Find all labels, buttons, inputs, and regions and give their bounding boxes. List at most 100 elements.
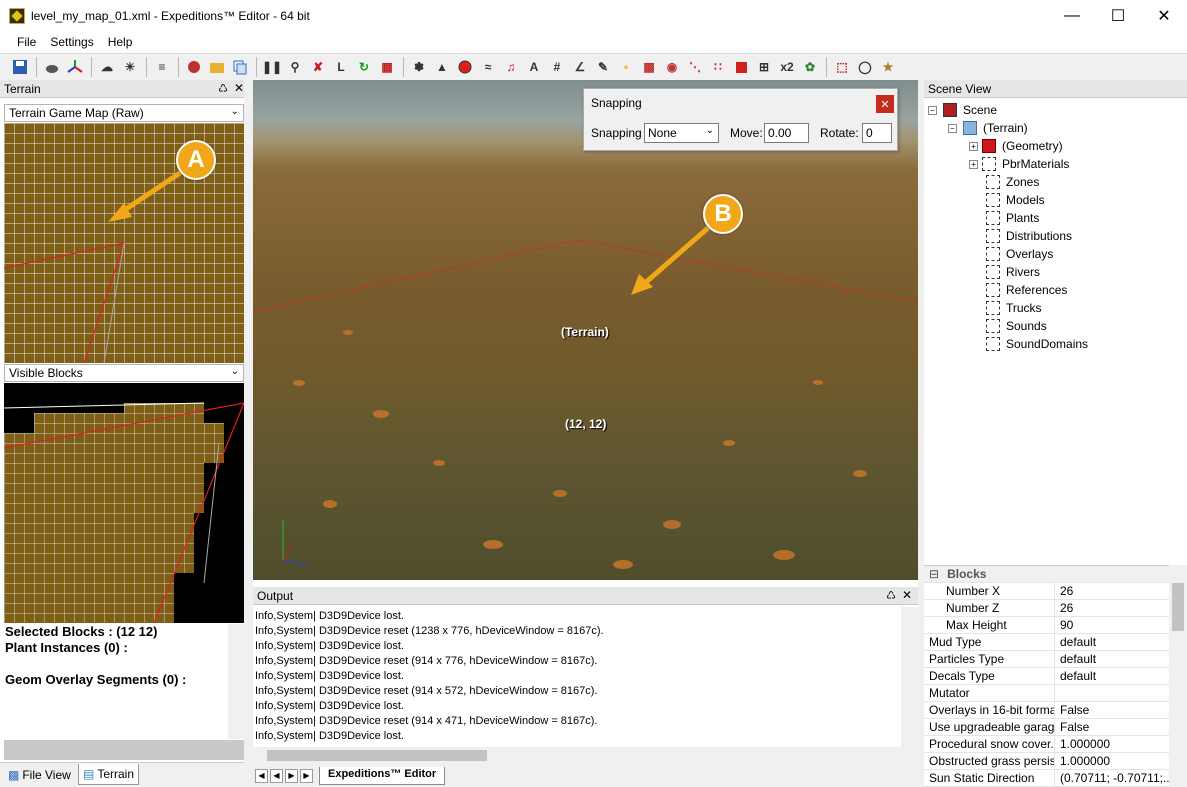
property-value[interactable]: (0.70711; -0.70711;... [1055,770,1169,787]
property-value[interactable]: default [1055,651,1169,668]
property-value[interactable] [1055,685,1169,702]
tree-node-sounddomains[interactable]: SoundDomains [986,335,1088,353]
property-row[interactable]: Obstructed grass persis... 1.000000 [924,752,1169,770]
save-icon[interactable] [10,57,30,77]
tree-node-scene[interactable]: − Scene [928,101,997,119]
axis-icon[interactable] [65,57,85,77]
collapse-icon[interactable]: − [948,123,957,133]
zoom-icon[interactable]: ⚲ [285,57,305,77]
tab-expeditions-editor[interactable]: Expeditions™ Editor [319,766,446,785]
rotate-icon[interactable]: ↻ [354,57,374,77]
tab-terrain[interactable]: ▤ Terrain [78,764,140,785]
cloud2-icon[interactable]: ◯ [855,57,875,77]
move-input[interactable]: 0.00 [764,123,809,143]
property-row[interactable]: Sun Static Direction (0.70711; -0.70711;.… [924,769,1169,787]
star-icon[interactable]: • [616,57,636,77]
property-row[interactable]: Mutator [924,684,1169,702]
brush-icon[interactable]: ✎ [593,57,613,77]
square-icon[interactable] [731,57,751,77]
pin-icon[interactable]: ♺ [218,82,228,95]
teapot-icon[interactable] [42,57,62,77]
leaf-icon[interactable]: ✿ [800,57,820,77]
property-value[interactable]: False [1055,702,1169,719]
property-row[interactable]: Max Height 90 [924,616,1169,634]
property-scrollbar[interactable] [1169,565,1187,787]
record-icon[interactable] [184,57,204,77]
x2-icon[interactable]: x2 [777,57,797,77]
output-hscrollbar[interactable] [253,747,918,764]
property-value[interactable]: 26 [1055,583,1169,600]
menu-settings[interactable]: Settings [50,35,93,49]
circle-icon[interactable] [455,57,475,77]
property-row[interactable]: Decals Type default [924,667,1169,685]
stamp-icon[interactable]: ★ [878,57,898,77]
weather-icon[interactable]: ☁ [97,57,117,77]
property-value[interactable]: False [1055,719,1169,736]
cloud-icon[interactable]: ☀ [120,57,140,77]
hierarchy-icon[interactable]: ▦ [377,57,397,77]
first-tab-icon[interactable]: ◀ [255,768,268,783]
next-tab-icon[interactable]: ▶ [285,768,298,783]
open-folder-icon[interactable] [207,57,227,77]
scene-tree[interactable]: − Scene − (Terrain) + (Geometry) + PbrMa… [924,98,1187,563]
grid-icon[interactable]: ⊞ [754,57,774,77]
property-row[interactable]: Mud Type default [924,633,1169,651]
corner-icon[interactable]: L [331,57,351,77]
prev-tab-icon[interactable]: ◀ [270,768,283,783]
close-window-button[interactable]: ✕ [1141,0,1187,31]
dots-icon[interactable]: ⋱ [685,57,705,77]
property-value[interactable]: 90 [1055,617,1169,634]
minimize-button[interactable]: — [1049,0,1095,31]
property-row[interactable]: Particles Type default [924,650,1169,668]
property-value[interactable]: default [1055,668,1169,685]
music-icon[interactable]: ♫ [501,57,521,77]
cat-icon[interactable]: ▲ [432,57,452,77]
menu-help[interactable]: Help [108,35,133,49]
visible-blocks-grid[interactable] [4,383,244,623]
tree-node-terrain[interactable]: − (Terrain) [948,119,1028,137]
number-icon[interactable]: # [547,57,567,77]
close-icon[interactable]: ✕ [902,588,912,602]
visible-blocks-dropdown[interactable]: Visible Blocks ⌄ [4,364,244,382]
stack-icon[interactable]: ▩ [639,57,659,77]
3d-viewport[interactable]: (Terrain) (12, 12) [253,80,918,580]
terrain-map-dropdown[interactable]: Terrain Game Map (Raw) ⌄ [4,104,244,122]
close-icon[interactable]: ✕ [234,81,244,95]
tree-node-models[interactable]: Models [986,191,1045,209]
copy-icon[interactable] [230,57,250,77]
collapse-icon[interactable]: ⊟ [929,567,939,581]
property-row[interactable]: Use upgradeable garage False [924,718,1169,736]
property-row[interactable]: Number X 26 [924,582,1169,600]
property-value[interactable]: 1.000000 [1055,736,1169,753]
property-value[interactable]: default [1055,634,1169,651]
pause-icon[interactable]: ❚❚ [262,57,282,77]
property-row[interactable]: Overlays in 16-bit format False [924,701,1169,719]
text-icon[interactable]: A [524,57,544,77]
tree-node-geometry[interactable]: + (Geometry) [969,137,1063,155]
tree-node-distributions[interactable]: Distributions [986,227,1072,245]
tree-node-plants[interactable]: Plants [986,209,1039,227]
tree-node-pbrmaterials[interactable]: + PbrMaterials [969,155,1069,173]
property-value[interactable]: 26 [1055,600,1169,617]
angle-icon[interactable]: ∠ [570,57,590,77]
property-row[interactable]: Procedural snow cover... 1.000000 [924,735,1169,753]
menu-file[interactable]: File [17,35,36,49]
rotate-input[interactable]: 0 [862,123,892,143]
tab-file-view[interactable]: ▩ File View [4,764,75,785]
tree-node-sounds[interactable]: Sounds [986,317,1047,335]
maximize-button[interactable]: ☐ [1095,0,1141,31]
expand-icon[interactable]: + [969,159,978,169]
tree-node-trucks[interactable]: Trucks [986,299,1042,317]
output-log[interactable]: Info,System| D3D9Device lost. Info,Syste… [253,607,901,747]
property-row[interactable]: Number Z 26 [924,599,1169,617]
tree-node-rivers[interactable]: Rivers [986,263,1040,281]
info-scrollbar[interactable] [228,624,244,739]
close-icon[interactable]: ✕ [876,95,894,113]
snapping-dropdown[interactable]: None ⌄ [644,123,719,143]
dots2-icon[interactable]: ∷ [708,57,728,77]
expand-icon[interactable]: + [969,141,978,151]
grass-icon[interactable]: ✽ [409,57,429,77]
property-value[interactable]: 1.000000 [1055,753,1169,770]
collapse-icon[interactable]: − [928,105,937,115]
tree-node-zones[interactable]: Zones [986,173,1039,191]
